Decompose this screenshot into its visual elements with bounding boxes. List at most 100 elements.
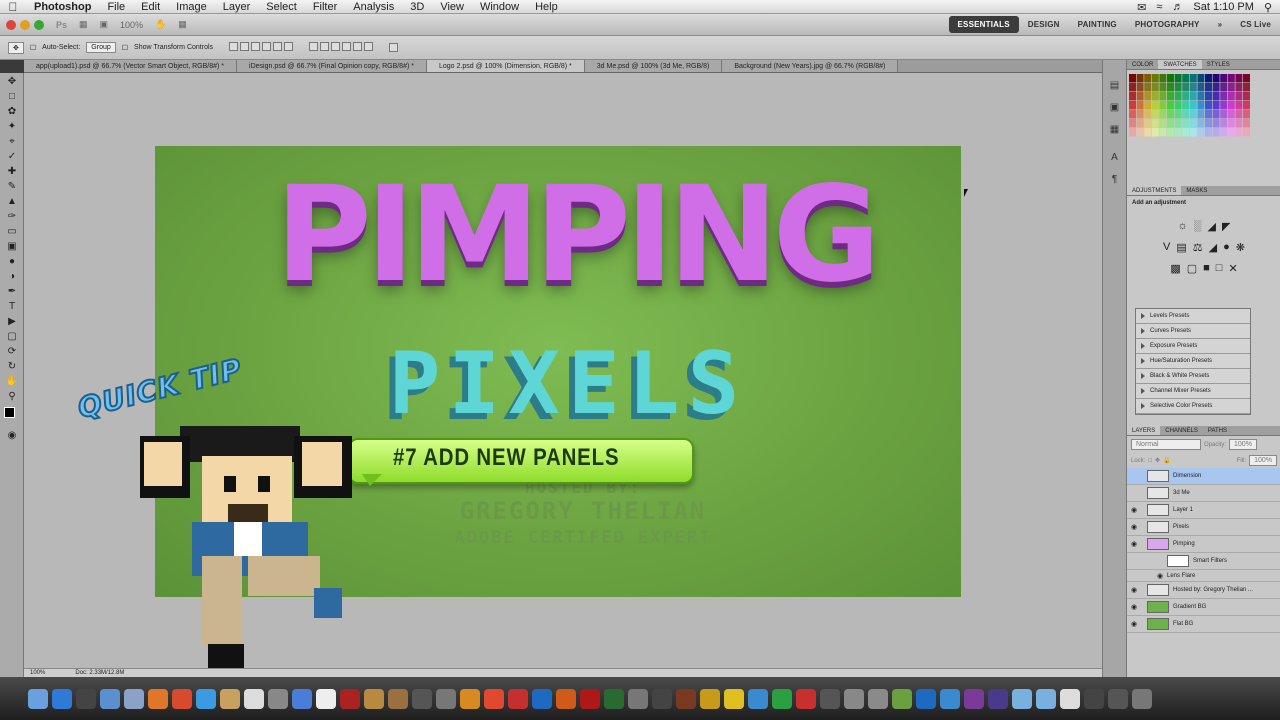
- dock-app-icon[interactable]: [508, 688, 528, 709]
- swatch[interactable]: [1174, 92, 1182, 101]
- swatch[interactable]: [1182, 101, 1190, 110]
- brightness-icon[interactable]: ☼: [1178, 220, 1188, 233]
- black-white-icon[interactable]: ◢: [1209, 241, 1217, 254]
- eye-icon[interactable]: ◉: [1127, 540, 1141, 548]
- tab-adjustments[interactable]: ADJUSTMENTS: [1127, 186, 1182, 195]
- histogram-icon[interactable]: ▤: [1108, 80, 1122, 94]
- history-icon[interactable]: ▦: [1108, 124, 1122, 138]
- swatch[interactable]: [1235, 101, 1243, 110]
- navigator-icon[interactable]: ▣: [1108, 102, 1122, 116]
- swatch[interactable]: [1151, 101, 1159, 110]
- tab-color[interactable]: COLOR: [1127, 60, 1158, 69]
- photo-filter-icon[interactable]: ●: [1223, 241, 1230, 254]
- menu-layer[interactable]: Layer: [215, 0, 259, 14]
- swatch[interactable]: [1182, 128, 1190, 137]
- menu-help[interactable]: Help: [527, 0, 566, 14]
- swatch[interactable]: [1189, 128, 1197, 137]
- layer-row-lens-flare[interactable]: ◉ Lens Flare: [1127, 570, 1280, 582]
- swatch[interactable]: [1235, 74, 1243, 83]
- swatch[interactable]: [1243, 101, 1250, 110]
- distribute-top-icon[interactable]: [309, 42, 319, 51]
- tab-logo-2[interactable]: Logo 2.psd @ 100% (Dimension, RGB/8) *: [426, 60, 585, 72]
- dock-app-icon[interactable]: [1036, 688, 1056, 709]
- swatch[interactable]: [1136, 83, 1144, 92]
- volume-icon[interactable]: ♬: [1172, 1, 1183, 13]
- move-tool-icon[interactable]: ✥: [8, 41, 24, 54]
- swatch[interactable]: [1243, 83, 1250, 92]
- swatch[interactable]: [1182, 83, 1190, 92]
- dock-app-icon[interactable]: [820, 688, 840, 709]
- eye-icon[interactable]: ◉: [1127, 523, 1141, 531]
- swatch[interactable]: [1167, 101, 1174, 110]
- swatch[interactable]: [1144, 119, 1152, 128]
- threshold-icon[interactable]: ■: [1203, 262, 1210, 275]
- distribute-hcenter-icon[interactable]: [353, 42, 363, 51]
- show-transform-checkbox[interactable]: ☐: [122, 44, 128, 52]
- swatch[interactable]: [1167, 92, 1174, 101]
- app-name-menu[interactable]: Photoshop: [26, 0, 99, 14]
- brush-tool-icon[interactable]: ✎: [5, 180, 19, 193]
- dock-app-icon[interactable]: [556, 688, 576, 709]
- swatch[interactable]: [1136, 74, 1144, 83]
- layer-row-dimension[interactable]: Dimension: [1127, 468, 1280, 485]
- swatch[interactable]: [1151, 119, 1159, 128]
- menu-select[interactable]: Select: [258, 0, 305, 14]
- layer-row-flat-bg[interactable]: ◉ Flat BG: [1127, 616, 1280, 633]
- swatch[interactable]: [1129, 119, 1136, 128]
- swatch[interactable]: [1136, 110, 1144, 119]
- swatch[interactable]: [1235, 83, 1243, 92]
- layer-row-hosted-by[interactable]: ◉ Hosted by: Gregory Thelian ...: [1127, 582, 1280, 599]
- menu-edit[interactable]: Edit: [133, 0, 168, 14]
- distribute-right-icon[interactable]: [364, 42, 374, 51]
- menu-view[interactable]: View: [432, 0, 472, 14]
- zoom-level[interactable]: 100%: [120, 20, 143, 30]
- swatch[interactable]: [1189, 74, 1197, 83]
- swatch[interactable]: [1235, 128, 1243, 137]
- dodge-tool-icon[interactable]: ◑: [5, 270, 19, 283]
- dock-app-icon[interactable]: [388, 688, 408, 709]
- menu-window[interactable]: Window: [472, 0, 527, 14]
- dock-app-icon[interactable]: [1132, 688, 1152, 709]
- foreground-color[interactable]: [4, 407, 15, 418]
- layer-row-pimping[interactable]: ◉ Pimping: [1127, 536, 1280, 553]
- workspace-design[interactable]: DESIGN: [1019, 16, 1069, 33]
- dock-app-icon[interactable]: [436, 688, 456, 709]
- swatch[interactable]: [1205, 128, 1212, 137]
- swatch[interactable]: [1151, 92, 1159, 101]
- hue-saturation-icon[interactable]: ▤: [1176, 241, 1186, 254]
- swatch[interactable]: [1197, 74, 1205, 83]
- crop-tool-icon[interactable]: ⌖: [5, 135, 19, 148]
- layer-row-layer-1[interactable]: ◉ Layer 1: [1127, 502, 1280, 519]
- menu-image[interactable]: Image: [168, 0, 215, 14]
- align-bottom-icon[interactable]: [251, 42, 261, 51]
- swatch[interactable]: [1205, 110, 1212, 119]
- swatch[interactable]: [1167, 74, 1174, 83]
- swatch[interactable]: [1212, 128, 1220, 137]
- swatch[interactable]: [1212, 101, 1220, 110]
- swatch[interactable]: [1144, 92, 1152, 101]
- swatch[interactable]: [1159, 92, 1167, 101]
- status-doc-size[interactable]: Doc: 2.33M/12.8M: [75, 669, 124, 677]
- layer-row-smart-filters[interactable]: Smart Filters: [1127, 553, 1280, 570]
- dock-app-icon[interactable]: [748, 688, 768, 709]
- spotlight-icon[interactable]: ⚲: [1264, 1, 1272, 14]
- lasso-tool-icon[interactable]: ✿: [5, 105, 19, 118]
- quick-select-tool-icon[interactable]: ✦: [5, 120, 19, 133]
- swatch[interactable]: [1205, 83, 1212, 92]
- align-hcenter-icon[interactable]: [273, 42, 283, 51]
- status-zoom[interactable]: 100%: [30, 669, 45, 677]
- swatch[interactable]: [1129, 110, 1136, 119]
- tab-idesign[interactable]: iDesign.psd @ 66.7% (Final Opinion copy,…: [237, 60, 427, 72]
- hand-tool-icon[interactable]: ✋: [5, 375, 19, 388]
- dock-app-icon[interactable]: [1012, 688, 1032, 709]
- swatch[interactable]: [1159, 119, 1167, 128]
- dock-app-icon[interactable]: [1084, 688, 1104, 709]
- dock-app-icon[interactable]: [364, 688, 384, 709]
- swatch[interactable]: [1182, 110, 1190, 119]
- dock-app-icon[interactable]: [676, 688, 696, 709]
- swatch[interactable]: [1212, 74, 1220, 83]
- dock-app-icon[interactable]: [628, 688, 648, 709]
- swatch[interactable]: [1212, 119, 1220, 128]
- dock-app-icon[interactable]: [940, 688, 960, 709]
- gradient-tool-icon[interactable]: ▣: [5, 240, 19, 253]
